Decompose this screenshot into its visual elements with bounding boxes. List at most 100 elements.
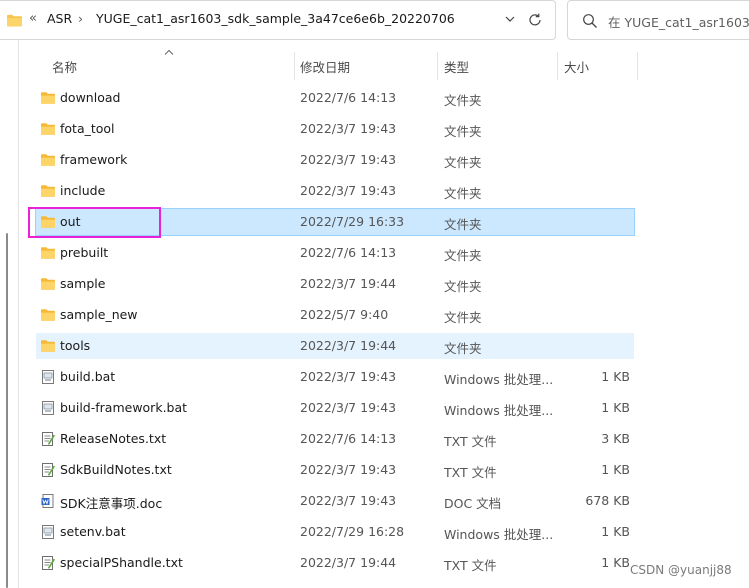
file-name: sample_new (60, 307, 138, 322)
file-row[interactable]: SdkBuildNotes.txt 2022/3/7 19:43 TXT 文件 … (36, 457, 634, 483)
batch-file-icon (42, 525, 54, 539)
folder-icon (41, 309, 55, 321)
file-type: 文件夹 (444, 341, 482, 356)
overflow-chevron[interactable]: « (29, 11, 37, 26)
file-date: 2022/7/6 14:13 (300, 431, 397, 446)
file-date: 2022/5/7 9:40 (300, 307, 389, 322)
file-row[interactable]: build.bat 2022/3/7 19:43 Windows 批处理... … (36, 364, 634, 390)
column-divider[interactable] (557, 52, 558, 80)
folder-icon (41, 340, 55, 352)
pane-divider (18, 40, 19, 588)
file-date: 2022/3/7 19:43 (300, 462, 397, 477)
file-size: 1 KB (601, 462, 630, 477)
breadcrumb-asr[interactable]: ASR (47, 11, 72, 26)
file-type: 文件夹 (444, 155, 482, 170)
file-type: 文件夹 (444, 93, 482, 108)
file-date: 2022/3/7 19:43 (300, 183, 397, 198)
file-name: SDK注意事项.doc (60, 496, 163, 511)
file-size: 3 KB (601, 431, 630, 446)
file-type: 文件夹 (444, 186, 482, 201)
file-name: include (60, 183, 106, 198)
column-divider[interactable] (294, 52, 295, 80)
breadcrumb-current-folder[interactable]: YUGE_cat1_asr1603_sdk_sample_3a47ce6e6b_… (96, 11, 455, 26)
file-type: 文件夹 (444, 248, 482, 263)
file-name: build.bat (60, 369, 116, 384)
file-size: 1 KB (601, 555, 630, 570)
column-divider[interactable] (437, 52, 438, 80)
column-header-date[interactable]: 修改日期 (300, 57, 350, 76)
file-type: 文件夹 (444, 124, 482, 139)
file-date: 2022/7/6 14:13 (300, 90, 397, 105)
file-date: 2022/3/7 19:44 (300, 338, 397, 353)
file-row[interactable]: tools 2022/3/7 19:44 文件夹 (36, 333, 634, 359)
batch-file-icon (42, 370, 54, 384)
file-row[interactable]: build-framework.bat 2022/3/7 19:43 Windo… (36, 395, 634, 421)
file-type: Windows 批处理... (444, 527, 554, 542)
file-type: DOC 文档 (444, 496, 502, 511)
file-name: fota_tool (60, 121, 115, 136)
address-bar[interactable]: « ASR › YUGE_cat1_asr1603_sdk_sample_3a4… (0, 0, 556, 40)
file-row[interactable]: ReleaseNotes.txt 2022/7/6 14:13 TXT 文件 3… (36, 426, 634, 452)
search-input-placeholder: 在 YUGE_cat1_asr1603_s (608, 15, 749, 30)
file-type: Windows 批处理... (444, 403, 554, 418)
file-row[interactable]: include 2022/3/7 19:43 文件夹 (36, 178, 634, 204)
file-row[interactable]: download 2022/7/6 14:13 文件夹 (36, 85, 634, 111)
file-name: setenv.bat (60, 524, 126, 539)
file-date: 2022/3/7 19:43 (300, 493, 397, 508)
file-type: Windows 批处理... (444, 372, 554, 387)
text-file-icon (42, 556, 55, 570)
scrollbar-thumb[interactable] (6, 233, 8, 588)
refresh-icon[interactable] (526, 11, 544, 29)
file-name: specialPShandle.txt (60, 555, 183, 570)
file-name: build-framework.bat (60, 400, 188, 415)
batch-file-icon (42, 401, 54, 415)
search-box[interactable]: 在 YUGE_cat1_asr1603_s (567, 0, 749, 40)
file-date: 2022/3/7 19:43 (300, 121, 397, 136)
file-date: 2022/3/7 19:44 (300, 276, 397, 291)
file-type: TXT 文件 (444, 558, 497, 573)
file-row[interactable]: prebuilt 2022/7/6 14:13 文件夹 (36, 240, 634, 266)
file-date: 2022/3/7 19:43 (300, 400, 397, 415)
file-row[interactable]: sample 2022/3/7 19:44 文件夹 (36, 271, 634, 297)
file-type: TXT 文件 (444, 434, 497, 449)
file-row[interactable]: fota_tool 2022/3/7 19:43 文件夹 (36, 116, 634, 142)
column-header-type[interactable]: 类型 (444, 57, 469, 76)
file-date: 2022/7/6 14:13 (300, 245, 397, 260)
chevron-down-icon[interactable] (505, 14, 515, 24)
file-date: 2022/3/7 19:43 (300, 152, 397, 167)
file-type: 文件夹 (444, 310, 482, 325)
word-document-icon (41, 494, 54, 508)
annotation-highlight-box (28, 207, 161, 238)
breadcrumb-separator[interactable]: › (78, 11, 83, 26)
file-date: 2022/7/29 16:33 (300, 214, 405, 229)
column-header-size[interactable]: 大小 (564, 57, 589, 76)
file-row[interactable]: sample_new 2022/5/7 9:40 文件夹 (36, 302, 634, 328)
file-type: TXT 文件 (444, 465, 497, 480)
file-row[interactable]: SDK注意事项.doc 2022/3/7 19:43 DOC 文档 678 KB (36, 488, 634, 514)
file-row[interactable]: specialPShandle.txt 2022/3/7 19:44 TXT 文… (36, 550, 634, 576)
text-file-icon (42, 432, 55, 446)
column-divider[interactable] (637, 52, 638, 80)
file-date: 2022/7/29 16:28 (300, 524, 405, 539)
file-name: prebuilt (60, 245, 109, 260)
file-name: framework (60, 152, 128, 167)
file-row[interactable]: framework 2022/3/7 19:43 文件夹 (36, 147, 634, 173)
file-size: 678 KB (585, 493, 630, 508)
column-header-name[interactable]: 名称 (52, 57, 77, 76)
file-date: 2022/3/7 19:44 (300, 555, 397, 570)
file-size: 1 KB (601, 524, 630, 539)
file-name: ReleaseNotes.txt (60, 431, 167, 446)
file-row[interactable]: setenv.bat 2022/7/29 16:28 Windows 批处理..… (36, 519, 634, 545)
file-size: 1 KB (601, 369, 630, 384)
file-date: 2022/3/7 19:43 (300, 369, 397, 384)
file-name: sample (60, 276, 106, 291)
file-name: SdkBuildNotes.txt (60, 462, 172, 477)
file-type: 文件夹 (444, 217, 482, 232)
folder-icon (7, 14, 22, 27)
folder-icon (41, 154, 55, 166)
sort-ascending-icon (164, 49, 174, 55)
folder-icon (41, 247, 55, 259)
folder-icon (41, 123, 55, 135)
folder-icon (41, 185, 55, 197)
file-name: tools (60, 338, 91, 353)
